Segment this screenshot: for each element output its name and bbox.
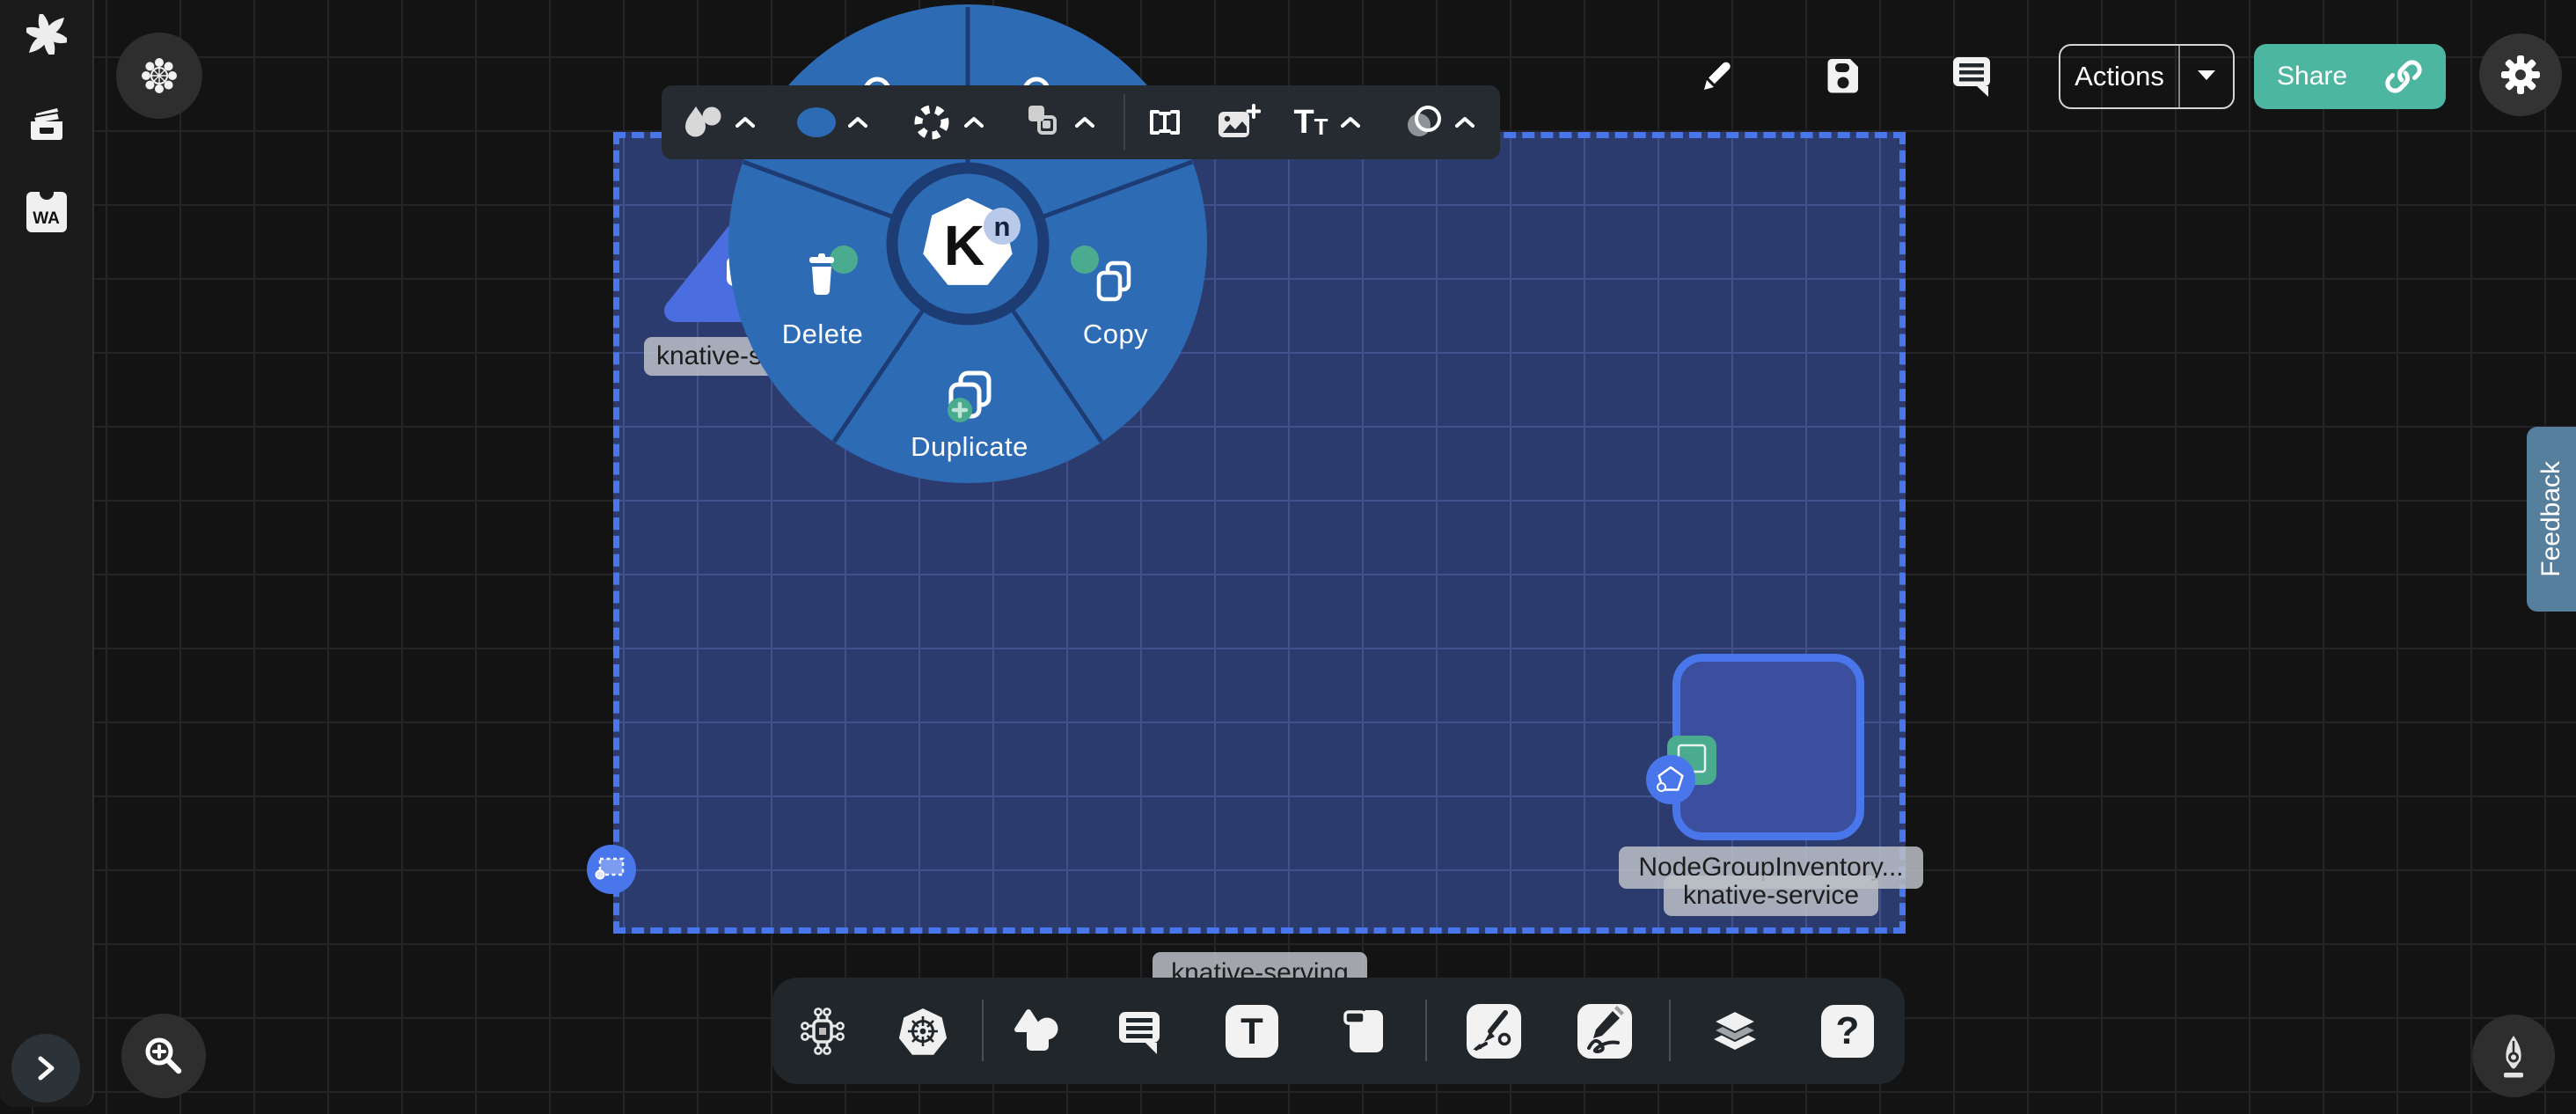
comments-button[interactable]: [1950, 53, 1995, 99]
chevron-up-icon: [1453, 114, 1476, 130]
style-toolbar: TT: [662, 85, 1500, 159]
layers-tool[interactable]: [1707, 978, 1763, 1084]
expand-sidebar-button[interactable]: [11, 1034, 80, 1103]
font-size-icon-small: T: [1314, 114, 1328, 141]
kubernetes-tool[interactable]: [895, 978, 951, 1084]
connector-pen-icon: [1467, 1004, 1521, 1059]
diagram-icon: [797, 1006, 848, 1057]
chevron-up-icon: [734, 114, 757, 130]
add-image-icon: [1215, 101, 1261, 143]
knative-mark-icon: [1646, 755, 1695, 804]
canvas[interactable]: { "header": { "actions_label": "Actions"…: [0, 0, 2576, 1114]
toolbar-divider: [1123, 94, 1125, 150]
font-size-caret[interactable]: [1337, 85, 1364, 159]
font-size-icon-big: T: [1293, 104, 1314, 142]
lasso-selection-badge[interactable]: [587, 845, 636, 894]
layers-icon: [1709, 1006, 1761, 1057]
font-size-dropdown[interactable]: TT: [1288, 85, 1334, 159]
tools-divider: [982, 1000, 984, 1061]
actions-split-button: Actions: [2059, 44, 2235, 109]
actions-button[interactable]: Actions: [2060, 61, 2178, 92]
zoom-button[interactable]: [121, 1014, 206, 1098]
opacity-icon: [1403, 102, 1445, 143]
shapes-icon: [1013, 1006, 1064, 1057]
kubernetes-icon: [896, 1005, 949, 1058]
service-node-label-text: knative-service: [1683, 881, 1859, 911]
fill-color-swatch[interactable]: [794, 85, 839, 159]
service-node-label: knative-service: [1664, 876, 1878, 916]
duplicate-style-caret[interactable]: [1072, 85, 1098, 159]
share-button[interactable]: Share: [2254, 44, 2446, 109]
settings-gear-icon: [2498, 52, 2543, 98]
tools-divider: [1425, 1000, 1427, 1061]
duplicate-icon[interactable]: [943, 370, 998, 424]
share-button-label: Share: [2277, 62, 2347, 92]
shape-style-dropdown[interactable]: [679, 85, 728, 159]
settings-button[interactable]: [2479, 33, 2562, 116]
shape-style-icon: [684, 102, 724, 143]
opacity-caret[interactable]: [1452, 85, 1478, 159]
chevron-up-icon: [846, 114, 869, 130]
inbox-icon: [26, 103, 68, 145]
opacity-dropdown[interactable]: [1402, 85, 1446, 159]
pen-mode-button[interactable]: [2472, 1015, 2555, 1097]
feedback-tab-label: Feedback: [2536, 461, 2566, 577]
zoom-in-icon: [141, 1033, 187, 1079]
stroke-style-icon: [911, 102, 952, 143]
tools-toolbar: T: [772, 978, 1905, 1084]
pinwheel-logo-icon: [26, 14, 67, 55]
radial-item-copy[interactable]: Copy: [1054, 319, 1177, 350]
left-sidebar: WA: [0, 0, 94, 1107]
duplicate-style-icon: [1022, 102, 1063, 143]
hub-sub-letter: n: [994, 211, 1011, 242]
app-logo-button[interactable]: [26, 14, 67, 59]
stroke-style-caret[interactable]: [961, 85, 987, 159]
copy-icon[interactable]: [1092, 260, 1136, 305]
fill-color-icon: [795, 106, 838, 139]
freehand-pencil-icon: [1577, 1004, 1632, 1059]
resize-width-icon: [1144, 102, 1186, 143]
node-cluster-button[interactable]: [116, 33, 202, 119]
fill-color-caret[interactable]: [845, 85, 871, 159]
save-button[interactable]: [1822, 54, 1864, 96]
chevron-up-icon: [1339, 114, 1362, 130]
lasso-selection-icon: [592, 854, 631, 885]
radial-item-duplicate[interactable]: Duplicate: [899, 431, 1040, 463]
diagram-tool[interactable]: [794, 978, 851, 1084]
text-tool-letter: T: [1240, 1010, 1263, 1052]
actions-dropdown-caret[interactable]: [2180, 68, 2233, 86]
edit-pencil-button[interactable]: [1694, 53, 1737, 97]
help-glyph: ?: [1836, 1009, 1860, 1053]
expand-chevron-icon: [30, 1052, 62, 1084]
wa-badge-icon: WA: [26, 192, 67, 232]
connector-pen-tool[interactable]: [1466, 978, 1522, 1084]
chevron-up-icon: [1073, 114, 1096, 130]
shapes-tool[interactable]: [1010, 978, 1066, 1084]
wa-badge-text: WA: [33, 209, 60, 229]
trash-icon[interactable]: [801, 252, 843, 299]
add-image-button[interactable]: [1214, 85, 1262, 159]
inbox-button[interactable]: [26, 103, 68, 150]
caret-down-icon: [2196, 68, 2217, 82]
text-tool[interactable]: T: [1224, 978, 1280, 1084]
comment-icon: [1116, 1007, 1165, 1056]
pen-nib-icon: [2492, 1033, 2536, 1079]
tools-divider: [1669, 1000, 1671, 1061]
resize-width-button[interactable]: [1142, 85, 1188, 159]
freehand-pencil-tool[interactable]: [1577, 978, 1633, 1084]
wa-button[interactable]: WA: [26, 192, 67, 232]
share-link-icon: [2384, 57, 2423, 96]
chevron-up-icon: [962, 114, 985, 130]
feedback-tab[interactable]: Feedback: [2527, 427, 2576, 612]
comment-tool[interactable]: [1112, 978, 1168, 1084]
card-tool[interactable]: [1337, 978, 1394, 1084]
node-cluster-icon: [136, 53, 182, 99]
card-icon: [1339, 1005, 1392, 1058]
hub-letter: K: [944, 214, 984, 277]
duplicate-style-dropdown[interactable]: [1021, 85, 1065, 159]
stroke-style-dropdown[interactable]: [910, 85, 954, 159]
shape-style-caret[interactable]: [732, 85, 758, 159]
radial-item-delete[interactable]: Delete: [761, 319, 884, 350]
help-tool[interactable]: ?: [1819, 978, 1876, 1084]
